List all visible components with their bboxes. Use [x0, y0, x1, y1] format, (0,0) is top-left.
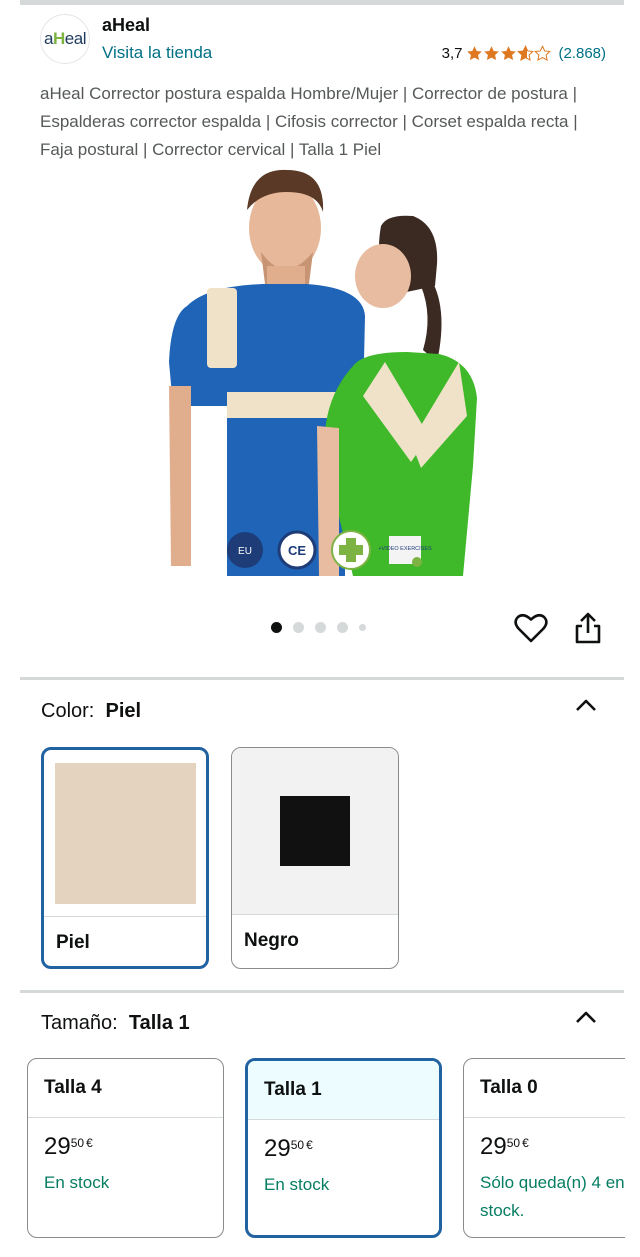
product-title: aHeal Corrector postura espalda Hombre/M… [40, 84, 578, 159]
color-option-label: Negro [244, 930, 299, 951]
color-selector-label: Color: Piel [41, 700, 141, 723]
svg-text:CE: CE [288, 543, 306, 558]
section-divider [20, 990, 624, 993]
visit-store-link[interactable]: Visita la tienda [102, 43, 212, 63]
carousel-dot[interactable] [337, 622, 348, 633]
rating-count[interactable]: (2.868) [558, 45, 606, 62]
star-half-icon [517, 45, 535, 62]
product-image[interactable]: EU CE +VIDEO EXERCISES [167, 166, 477, 576]
size-option-label: Talla 1 [264, 1079, 322, 1100]
color-selected-value: Piel [105, 700, 142, 722]
share-icon[interactable] [572, 611, 604, 645]
section-divider [20, 677, 624, 680]
star-full-icon [501, 46, 517, 61]
rating[interactable]: 3,7 (2.868) [442, 45, 606, 62]
size-options-scroller[interactable]: Talla 4 29 50 € En stock Talla 1 29 50 € En … [0, 1040, 625, 1257]
color-option-label: Piel [56, 932, 90, 953]
size-option-label: Talla 0 [480, 1077, 538, 1098]
chevron-up-icon[interactable] [575, 1010, 597, 1024]
svg-text:+VIDEO EXERCISES: +VIDEO EXERCISES [378, 546, 432, 552]
color-option-piel[interactable]: Piel [41, 747, 209, 969]
color-swatch-piel [54, 762, 196, 904]
color-label: Color: [41, 700, 95, 722]
size-label: Tamaño: [41, 1012, 118, 1034]
size-option-talla-4[interactable]: Talla 4 29 50 € En stock [27, 1058, 224, 1238]
chevron-up-icon[interactable] [575, 698, 597, 712]
size-option-price: 29 50 € [480, 1133, 529, 1160]
brand-name[interactable]: aHeal [102, 15, 150, 36]
color-swatch-image [44, 750, 206, 916]
star-full-icon [467, 46, 483, 61]
top-divider [20, 0, 624, 5]
size-selector-label: Tamaño: Talla 1 [41, 1012, 190, 1035]
rating-value: 3,7 [441, 45, 463, 62]
size-option-price: 29 50 € [44, 1133, 93, 1160]
carousel-dot[interactable] [293, 622, 304, 633]
size-option-stock: En stock [44, 1173, 110, 1192]
size-option-talla-0[interactable]: Talla 0 29 50 € Sólo queda(n) 4 en stock. [463, 1058, 625, 1238]
star-empty-icon [534, 45, 552, 62]
carousel-dot[interactable] [359, 624, 366, 631]
medical-cross-icon [331, 530, 371, 570]
heart-icon[interactable] [514, 612, 548, 644]
size-option-talla-1[interactable]: Talla 1 29 50 € En stock [245, 1058, 442, 1238]
carousel-dot[interactable] [315, 622, 326, 633]
size-option-label: Talla 4 [44, 1077, 102, 1098]
size-option-stock: En stock [264, 1175, 330, 1194]
brand-logo[interactable]: a Heal [40, 14, 90, 64]
size-option-price: 29 50 € [264, 1135, 313, 1162]
color-swatch-negro [280, 796, 350, 866]
brand-logo-mark: H [53, 29, 65, 48]
color-swatch-image [232, 748, 398, 914]
image-carousel-dots[interactable] [271, 622, 366, 633]
star-full-icon [484, 46, 500, 61]
brand-logo-text: a [44, 29, 53, 48]
carousel-dot[interactable] [271, 622, 282, 633]
size-option-stock: Sólo queda(n) 4 en stock. [480, 1173, 625, 1220]
eu-badge-icon: EU [227, 532, 263, 568]
brand-logo-text-end: eal [64, 29, 87, 48]
woman-figure [317, 215, 477, 576]
color-option-negro[interactable]: Negro [231, 747, 399, 969]
ce-badge-icon: CE [277, 530, 317, 570]
star-rating-icon [466, 45, 552, 62]
svg-text:EU: EU [238, 546, 252, 557]
size-selected-value: Talla 1 [128, 1012, 190, 1034]
